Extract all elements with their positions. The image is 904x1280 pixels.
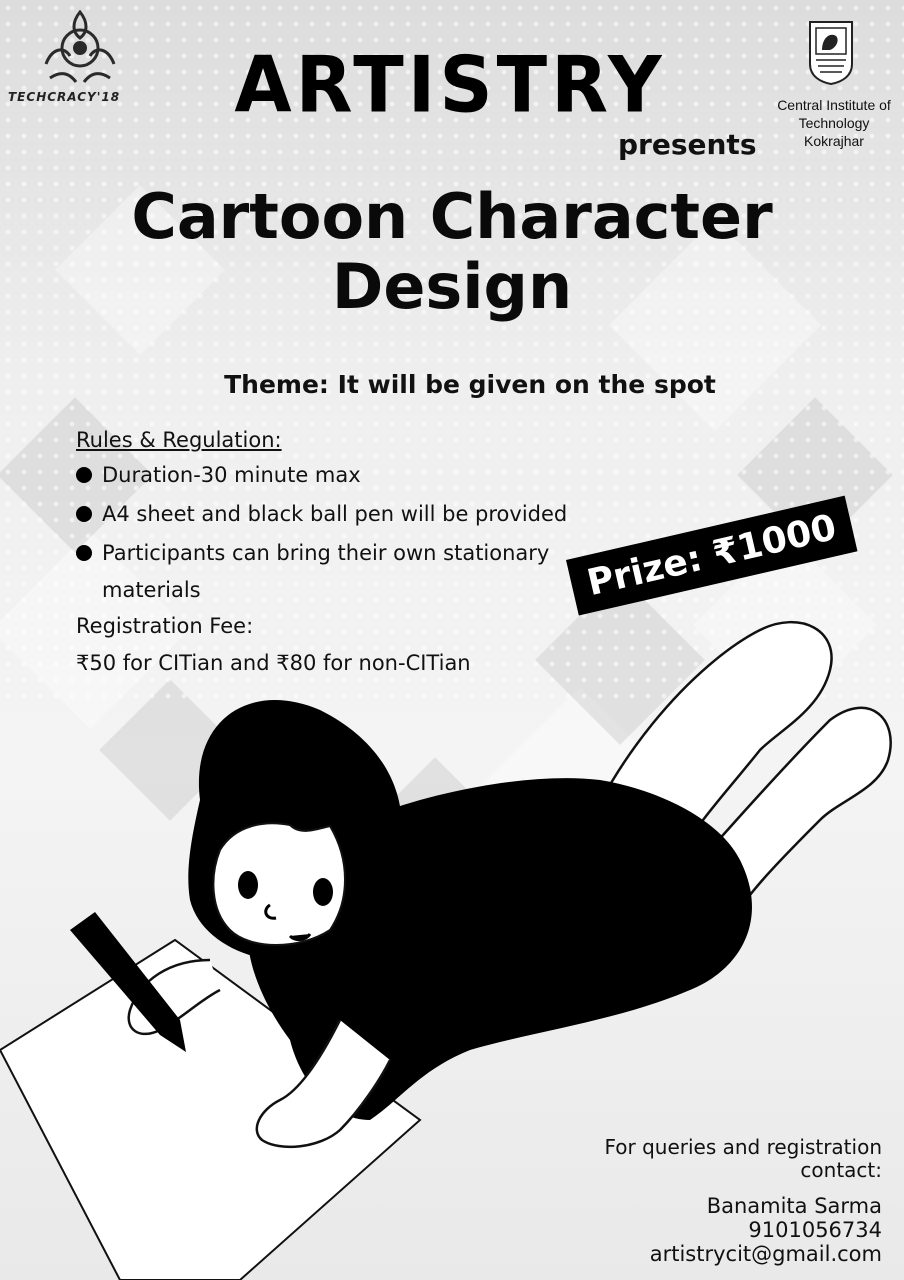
rule-text: Duration-30 minute max [102, 463, 361, 487]
contact-email[interactable]: artistrycit@gmail.com [542, 1242, 882, 1266]
techcracy-emblem-icon [44, 9, 116, 83]
rule-item: A4 sheet and black ball pen will be prov… [76, 502, 567, 526]
organizer-logo-text: TECHCRACY'18 [8, 90, 121, 104]
rule-item: Duration-30 minute max [76, 463, 361, 487]
rule-text: A4 sheet and black ball pen will be prov… [102, 502, 568, 526]
contact-name: Banamita Sarma [706, 1194, 882, 1218]
competition-title-line1: Cartoon Character [131, 180, 773, 253]
contact-heading-line1: For queries and registration [604, 1135, 882, 1159]
institute-name-line1: Central Institute of [777, 97, 891, 113]
poster: TECHCRACY'18 ARTISTRY presents Central I… [0, 0, 904, 1280]
bullet-icon [76, 467, 92, 483]
rule-item: Participants can bring their own station… [76, 541, 549, 565]
contact-heading: For queries and registration contact: [542, 1136, 882, 1182]
contact-phone[interactable]: 9101056734 [542, 1218, 882, 1242]
presents-text: presents [618, 128, 757, 161]
rules-heading: Rules & Regulation: [76, 428, 282, 452]
contact-details: Banamita Sarma 9101056734 artistrycit@gm… [542, 1194, 882, 1266]
rule-text-continuation: materials [102, 578, 201, 602]
institute-name-line2: Technology [798, 115, 870, 131]
rule-text: Participants can bring their own station… [102, 541, 550, 565]
bullet-icon [76, 545, 92, 561]
contact-block: For queries and registration contact: Ba… [542, 1136, 882, 1267]
cit-crest-icon [809, 21, 853, 86]
contact-heading-line2: contact: [800, 1158, 882, 1182]
bullet-icon [76, 506, 92, 522]
institute-name-line3: Kokrajhar [804, 133, 864, 149]
institute-name: Central Institute of Technology Kokrajha… [766, 96, 902, 150]
competition-title-line2: Design [331, 250, 573, 323]
competition-title: Cartoon Character Design [60, 182, 844, 322]
theme-text: Theme: It will be given on the spot [224, 370, 716, 399]
event-brand-title: ARTISTRY [234, 39, 666, 131]
